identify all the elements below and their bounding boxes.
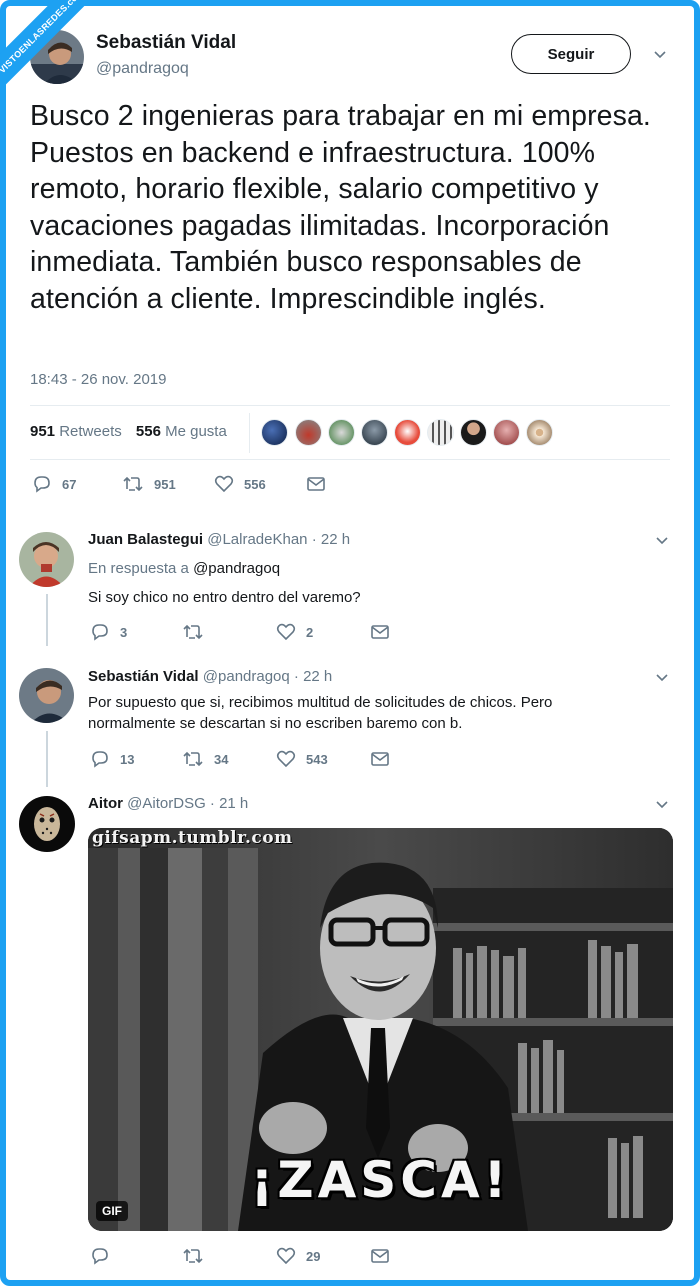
gif-media[interactable]: gifsapm.tumblr.com ¡ZASCA! GIF xyxy=(88,828,673,1231)
likes-label[interactable]: Me gusta xyxy=(165,423,227,440)
like-count: 543 xyxy=(306,751,328,767)
gif-watermark: gifsapm.tumblr.com xyxy=(92,828,293,848)
envelope-icon xyxy=(307,477,325,491)
reply-author-name[interactable]: Aitor xyxy=(88,795,123,812)
author-name[interactable]: Sebastián Vidal xyxy=(96,32,236,54)
reply-author[interactable]: Aitor @AitorDSG · 21 h xyxy=(88,795,248,812)
heart-icon xyxy=(276,750,296,768)
chevron-down-icon[interactable] xyxy=(653,50,667,60)
like-count: 556 xyxy=(244,476,266,492)
reply-author-name[interactable]: Sebastián Vidal xyxy=(88,668,199,685)
reply-author[interactable]: Juan Balastegui @LalradeKhan · 22 h xyxy=(88,531,350,548)
message-button[interactable] xyxy=(370,1246,390,1266)
liker-avatar[interactable] xyxy=(526,419,553,446)
in-reply-prefix: En respuesta a xyxy=(88,560,189,577)
chevron-down-icon[interactable] xyxy=(655,673,669,683)
liker-avatar[interactable] xyxy=(460,419,487,446)
liker-avatar[interactable] xyxy=(427,419,454,446)
like-button[interactable]: 556 xyxy=(214,474,266,494)
like-button[interactable]: 29 xyxy=(276,1246,320,1266)
message-button[interactable] xyxy=(370,622,390,642)
thread-line xyxy=(46,731,48,787)
reply-button[interactable]: 3 xyxy=(90,622,127,642)
reply-avatar[interactable] xyxy=(19,796,75,852)
chevron-down-icon[interactable] xyxy=(655,536,669,546)
reply-icon xyxy=(34,476,50,493)
heart-icon xyxy=(214,475,234,493)
in-reply-mention[interactable]: @pandragoq xyxy=(193,560,280,577)
retweet-button[interactable] xyxy=(182,622,214,642)
envelope-icon xyxy=(371,752,389,766)
heart-icon xyxy=(276,623,296,641)
reply-count: 3 xyxy=(120,624,128,640)
reply-time[interactable]: · 22 h xyxy=(312,531,350,548)
like-count: 29 xyxy=(306,1248,321,1264)
reply-author-handle[interactable]: @AitorDSG xyxy=(127,795,206,812)
retweet-icon xyxy=(183,1248,203,1264)
reply-button[interactable]: 67 xyxy=(32,474,76,494)
divider xyxy=(249,413,250,453)
retweet-icon xyxy=(123,476,143,492)
liker-avatar[interactable] xyxy=(361,419,388,446)
liker-avatar[interactable] xyxy=(261,419,288,446)
reply-author-handle[interactable]: @LalradeKhan xyxy=(207,531,307,548)
envelope-icon xyxy=(371,625,389,639)
liker-avatar[interactable] xyxy=(394,419,421,446)
follow-button[interactable]: Seguir xyxy=(511,34,631,74)
divider xyxy=(30,459,670,460)
reply-text: Si soy chico no entro dentro del varemo? xyxy=(88,589,361,606)
message-button[interactable] xyxy=(306,474,326,494)
envelope-icon xyxy=(371,1249,389,1263)
retweets-label[interactable]: Retweets xyxy=(59,423,122,440)
reply-count: 67 xyxy=(62,476,77,492)
gif-caption: ¡ZASCA! xyxy=(250,1151,511,1209)
reply-avatar[interactable] xyxy=(19,668,74,723)
thread-line xyxy=(46,594,48,646)
retweet-count: 34 xyxy=(214,751,229,767)
reply-time[interactable]: · 21 h xyxy=(210,795,248,812)
retweets-count[interactable]: 951 xyxy=(30,423,55,440)
reply-button[interactable] xyxy=(90,1246,120,1266)
message-button[interactable] xyxy=(370,749,390,769)
retweet-button[interactable]: 951 xyxy=(122,474,176,494)
in-reply-to: En respuesta a @pandragoq xyxy=(88,560,280,577)
reply-count: 13 xyxy=(120,751,135,767)
reply-author-handle[interactable]: @pandragoq xyxy=(203,668,290,685)
reply-icon xyxy=(92,624,108,641)
tweet-timestamp[interactable]: 18:43 - 26 nov. 2019 xyxy=(30,371,167,388)
chevron-down-icon[interactable] xyxy=(655,800,669,810)
reply-icon xyxy=(92,1248,108,1265)
reply-text: Por supuesto que si, recibimos multitud … xyxy=(88,694,553,732)
retweet-button[interactable]: 34 xyxy=(182,749,228,769)
liker-avatar[interactable] xyxy=(328,419,355,446)
reply-author-name[interactable]: Juan Balastegui xyxy=(88,531,203,548)
engagement-stats: 951 Retweets 556 Me gusta xyxy=(30,423,227,440)
tweet-text: Busco 2 ingenieras para trabajar en mi e… xyxy=(30,100,651,315)
liker-avatar[interactable] xyxy=(295,419,322,446)
author-handle[interactable]: @pandragoq xyxy=(96,60,189,78)
like-count: 2 xyxy=(306,624,314,640)
heart-icon xyxy=(276,1247,296,1265)
reply-avatar[interactable] xyxy=(19,532,74,587)
retweet-icon xyxy=(183,624,203,640)
reply-button[interactable]: 13 xyxy=(90,749,134,769)
reply-time[interactable]: · 22 h xyxy=(294,668,332,685)
reply-author[interactable]: Sebastián Vidal @pandragoq · 22 h xyxy=(88,668,332,685)
like-button[interactable]: 543 xyxy=(276,749,328,769)
liker-avatar[interactable] xyxy=(493,419,520,446)
gif-badge: GIF xyxy=(96,1201,128,1221)
divider xyxy=(30,405,670,406)
retweet-count: 951 xyxy=(154,476,176,492)
like-button[interactable]: 2 xyxy=(276,622,313,642)
retweet-button[interactable] xyxy=(182,1246,214,1266)
reply-icon xyxy=(92,751,108,768)
retweet-icon xyxy=(183,751,203,767)
likes-count[interactable]: 556 xyxy=(136,423,161,440)
